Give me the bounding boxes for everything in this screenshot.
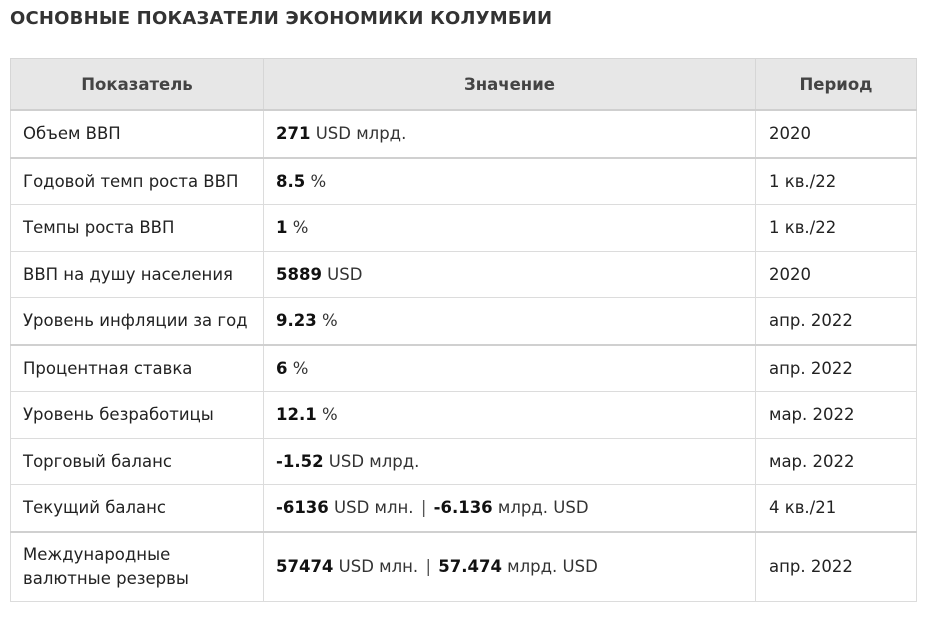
value-unit: % [305, 171, 327, 191]
header-value: Значение [263, 58, 756, 111]
indicator-cell: Торговый баланс [10, 437, 264, 485]
value-cell: -6136 USD млн. | -6.136 млрд. USD [263, 484, 756, 532]
value-separator: | [420, 498, 427, 518]
value-unit: % [316, 311, 338, 331]
indicator-cell: Уровень инфляции за год [10, 297, 264, 345]
table-header-row: Показатель Значение Период [10, 58, 917, 111]
period-cell: мар. 2022 [755, 391, 917, 439]
value-number: 6 [276, 358, 288, 378]
indicator-cell: ВВП на душу населения [10, 250, 264, 298]
indicator-line-1: Международные [23, 544, 171, 564]
value-cell: 9.23 % [263, 297, 756, 345]
value-number: 12.1 [276, 405, 317, 425]
value-number: 8.5 [276, 171, 306, 191]
value-cell: 12.1 % [263, 391, 756, 439]
value-number: -1.52 [276, 451, 324, 471]
value-unit: USD млрд. [310, 124, 407, 144]
value-unit: USD млн. [328, 498, 414, 518]
period-cell: апр. 2022 [755, 297, 917, 345]
value-unit: % [287, 358, 309, 378]
period-cell: апр. 2022 [755, 343, 917, 392]
value-unit: % [287, 218, 309, 238]
value-cell: 1 % [263, 204, 756, 252]
value-number: 57474 [276, 556, 334, 576]
value-unit-alt: млрд. USD [492, 498, 589, 518]
value-unit: USD млн. [333, 556, 419, 576]
value-number: -6136 [276, 498, 329, 518]
header-indicator: Показатель [10, 58, 264, 111]
value-unit: USD [321, 264, 363, 284]
value-number: 5889 [276, 264, 322, 284]
value-unit: % [316, 405, 338, 425]
value-unit: USD млрд. [323, 451, 420, 471]
table-row: Годовой темп роста ВВП 8.5 % 1 кв./22 [10, 156, 917, 205]
table-row: Торговый баланс -1.52 USD млрд. мар. 202… [10, 437, 917, 485]
value-number-alt: -6.136 [433, 498, 493, 518]
value-separator: | [425, 556, 431, 576]
value-cell: 6 % [263, 343, 756, 392]
table-row: ВВП на душу населения 5889 USD 2020 [10, 250, 917, 298]
header-period: Период [755, 58, 917, 111]
period-cell: 1 кв./22 [755, 156, 917, 205]
value-cell: 57474 USD млн. | 57.474 млрд. USD [263, 530, 756, 602]
period-cell: 2020 [755, 109, 917, 158]
indicator-cell: Годовой темп роста ВВП [10, 156, 264, 205]
table-row: Уровень безработицы 12.1 % мар. 2022 [10, 391, 917, 439]
table-row: Темпы роста ВВП 1 % 1 кв./22 [10, 204, 917, 252]
table-row: Объем ВВП 271 USD млрд. 2020 [10, 109, 917, 158]
indicator-cell: Текущий баланс [10, 484, 264, 532]
period-cell: мар. 2022 [755, 437, 917, 485]
indicator-cell: Темпы роста ВВП [10, 204, 264, 252]
value-number: 9.23 [276, 311, 317, 331]
period-cell: апр. 2022 [755, 530, 917, 602]
table-row: Уровень инфляции за год 9.23 % апр. 2022 [10, 297, 917, 345]
economic-indicators-table: Показатель Значение Период Объем ВВП 271… [10, 58, 917, 602]
value-cell: -1.52 USD млрд. [263, 437, 756, 485]
value-cell: 5889 USD [263, 250, 756, 298]
table-row: Текущий баланс -6136 USD млн. | -6.136 м… [10, 484, 917, 532]
value-cell: 8.5 % [263, 156, 756, 205]
indicator-line-2: валютные резервы [23, 568, 189, 588]
period-cell: 1 кв./22 [755, 204, 917, 252]
table-row: Процентная ставка 6 % апр. 2022 [10, 343, 917, 392]
period-cell: 4 кв./21 [755, 484, 917, 532]
indicator-cell: Объем ВВП [10, 109, 264, 158]
table-row: Международные валютные резервы 57474 USD … [10, 530, 917, 602]
value-number: 271 [276, 124, 311, 144]
period-cell: 2020 [755, 250, 917, 298]
page-title: ОСНОВНЫЕ ПОКАЗАТЕЛИ ЭКОНОМИКИ КОЛУМБИИ [10, 8, 553, 29]
indicators-table-container: Показатель Значение Период Объем ВВП 271… [10, 58, 917, 602]
indicator-cell: Международные валютные резервы [10, 530, 264, 602]
value-number: 1 [276, 218, 288, 238]
value-unit-alt: млрд. USD [501, 556, 598, 576]
indicator-cell: Процентная ставка [10, 343, 264, 392]
indicator-cell: Уровень безработицы [10, 391, 264, 439]
value-cell: 271 USD млрд. [263, 109, 756, 158]
value-number-alt: 57.474 [438, 556, 502, 576]
